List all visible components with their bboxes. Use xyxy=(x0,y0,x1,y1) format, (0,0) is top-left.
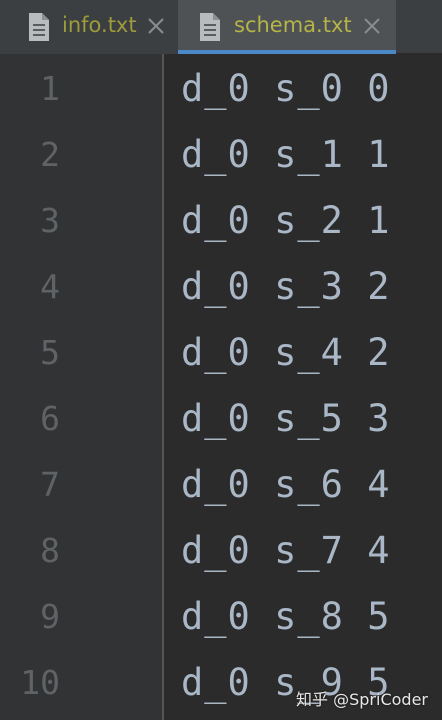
code-line[interactable]: d_0 s_5 3 xyxy=(181,399,390,439)
tab-label: info.txt xyxy=(62,13,137,37)
tab-schema-txt[interactable]: schema.txt xyxy=(178,0,396,54)
code-line[interactable]: d_0 s_0 0 xyxy=(181,69,390,109)
line-number: 4 xyxy=(40,267,60,306)
line-number: 2 xyxy=(40,135,60,174)
editor-tab-bar: info.txt schema.txt xyxy=(0,0,442,54)
code-line[interactable]: d_0 s_2 1 xyxy=(181,201,390,241)
code-line[interactable]: d_0 s_3 2 xyxy=(181,267,390,307)
line-number: 7 xyxy=(40,465,60,504)
code-line[interactable]: d_0 s_8 5 xyxy=(181,597,390,637)
close-icon[interactable] xyxy=(147,17,165,35)
close-icon[interactable] xyxy=(363,17,381,35)
line-number: 10 xyxy=(20,663,60,702)
code-line[interactable]: d_0 s_1 1 xyxy=(181,135,390,175)
code-line[interactable]: d_0 s_4 2 xyxy=(181,333,390,373)
line-number: 9 xyxy=(40,597,60,636)
watermark: 知乎 @SpriCoder xyxy=(296,690,428,709)
text-file-icon xyxy=(29,13,49,41)
line-number: 1 xyxy=(40,69,60,108)
gutter-divider xyxy=(162,54,164,720)
code-line[interactable]: d_0 s_7 4 xyxy=(181,531,390,571)
code-editor[interactable]: 1 2 3 4 5 6 7 8 9 10 d_0 s_0 0 d_0 s_1 1… xyxy=(0,54,442,720)
line-number: 6 xyxy=(40,399,60,438)
line-number-gutter: 1 2 3 4 5 6 7 8 9 10 xyxy=(0,54,162,720)
text-file-icon xyxy=(200,13,220,41)
tab-label: schema.txt xyxy=(234,13,352,37)
code-line[interactable]: d_0 s_6 4 xyxy=(181,465,390,505)
line-number: 3 xyxy=(40,201,60,240)
line-number: 5 xyxy=(40,333,60,372)
tab-info-txt[interactable]: info.txt xyxy=(0,0,178,54)
line-number: 8 xyxy=(40,531,60,570)
